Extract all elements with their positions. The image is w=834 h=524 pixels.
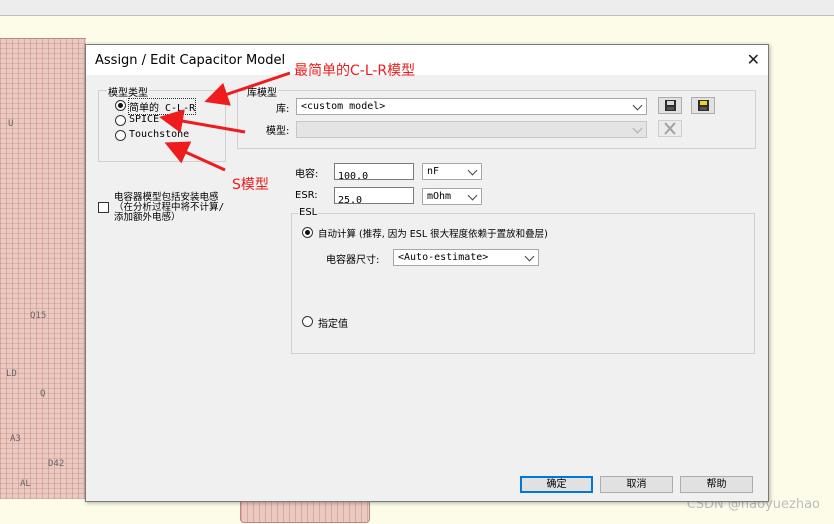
annotation-s-model: S模型 <box>232 177 269 193</box>
arrow-to-spice <box>159 109 246 134</box>
annotation-arrows <box>159 71 291 172</box>
arrow-to-simple-clr <box>204 71 291 106</box>
arrow-to-touchstone <box>164 141 226 172</box>
annotation-simple-model: 最简单的C-L-R模型 <box>294 63 416 79</box>
